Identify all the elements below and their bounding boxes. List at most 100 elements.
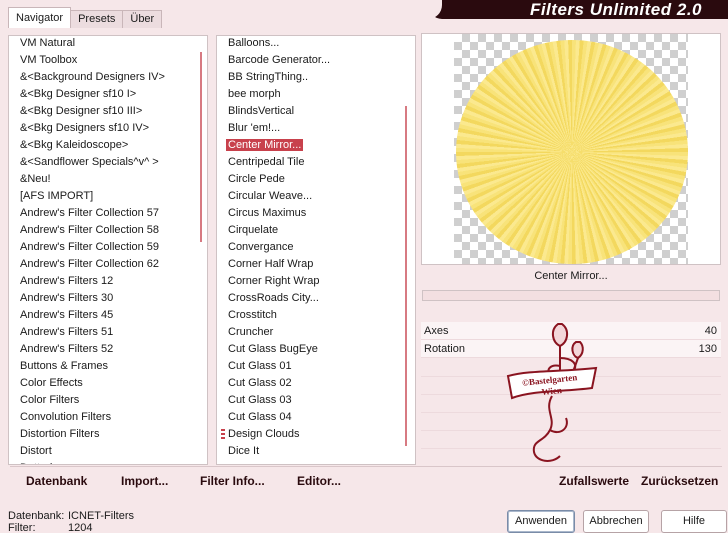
filter-list-item[interactable]: Barcode Generator... <box>228 52 408 69</box>
help-button[interactable]: Hilfe <box>661 510 727 533</box>
preview-panel <box>421 33 721 265</box>
category-list-item-label: Color Filters <box>20 394 80 406</box>
category-list-item[interactable]: &<Bkg Kaleidoscope> <box>20 137 195 154</box>
category-list-item-label: Andrew's Filter Collection 59 <box>20 241 160 253</box>
filter-list-item-label: Blur 'em!... <box>228 122 281 134</box>
category-list-item[interactable]: [AFS IMPORT] <box>20 188 195 205</box>
tab-presets[interactable]: Presets <box>70 10 124 28</box>
category-list-item[interactable]: Andrew's Filters 12 <box>20 273 195 290</box>
filter-list-item[interactable]: Centripedal Tile <box>228 154 408 171</box>
filter-list-item-label: bee morph <box>228 88 281 100</box>
filter-list-item[interactable]: Circular Weave... <box>228 188 408 205</box>
filter-list-item[interactable]: BlindsVertical <box>228 103 408 120</box>
editor-button[interactable]: Editor... <box>297 474 341 488</box>
category-list-item-label: Andrew's Filters 12 <box>20 275 114 287</box>
category-list-item-label: Convolution Filters <box>20 411 112 423</box>
category-list-item-label: VM Toolbox <box>20 54 78 66</box>
filter-list-item[interactable]: Corner Half Wrap <box>228 256 408 273</box>
filter-list-item[interactable]: Corner Right Wrap <box>228 273 408 290</box>
filter-list-item[interactable]: Balloons... <box>228 36 408 52</box>
category-list-item[interactable]: &<Background Designers IV> <box>20 69 195 86</box>
param-name: Axes <box>424 325 449 337</box>
category-scrollbar[interactable] <box>200 52 202 242</box>
filter-list-item[interactable]: Center Mirror... <box>226 137 408 154</box>
filter-list-item[interactable]: bee morph <box>228 86 408 103</box>
filter-list-item[interactable]: Circle Pede <box>228 171 408 188</box>
filter-list-item[interactable]: Cut Glass 03 <box>228 392 408 409</box>
category-list-item[interactable]: Color Effects <box>20 375 195 392</box>
datenbank-button[interactable]: Datenbank <box>26 474 87 488</box>
category-list-item-label: &<Bkg Kaleidoscope> <box>20 139 129 151</box>
filter-list-item[interactable]: Cut Glass 04 <box>228 409 408 426</box>
filter-list-item-label: CrossRoads City... <box>228 292 319 304</box>
category-list-item-label: Andrew's Filter Collection 57 <box>20 207 160 219</box>
category-list-item[interactable]: Dotted... <box>20 460 195 464</box>
filter-list-item-label: Circus Maximus <box>228 207 307 219</box>
category-list-item[interactable]: &Neu! <box>20 171 195 188</box>
param-name: Rotation <box>424 343 465 355</box>
category-list-item[interactable]: &<Sandflower Specials^v^ > <box>20 154 195 171</box>
category-list-item[interactable]: Andrew's Filter Collection 59 <box>20 239 195 256</box>
filter-info-button[interactable]: Filter Info... <box>200 474 265 488</box>
filter-list-item-label: Cut Glass 02 <box>228 377 292 389</box>
category-list-item-label: Andrew's Filters 52 <box>20 343 114 355</box>
filter-list-item[interactable]: CrossRoads City... <box>228 290 408 307</box>
favorite-marker <box>221 429 225 440</box>
filter-list-item[interactable]: Blur 'em!... <box>228 120 408 137</box>
filter-list-item[interactable]: Cut Glass 02 <box>228 375 408 392</box>
filter-list-item[interactable]: Cut Glass 01 <box>228 358 408 375</box>
category-list-panel[interactable]: VM Natural VM Toolbox &<Background Designe… <box>8 35 208 465</box>
filter-list-item[interactable]: Cut Glass BugEye <box>228 341 408 358</box>
category-list-item-label: &Neu! <box>20 173 51 185</box>
category-list-item[interactable]: Andrew's Filter Collection 62 <box>20 256 195 273</box>
reset-button[interactable]: Zurücksetzen <box>641 474 718 488</box>
category-list-item[interactable]: Distort <box>20 443 195 460</box>
category-list-item-label: VM Natural <box>20 37 76 49</box>
category-list-item[interactable]: Andrew's Filters 51 <box>20 324 195 341</box>
filter-list-panel[interactable]: Balloons... Barcode Generator... BB String… <box>216 35 416 465</box>
filter-list-item[interactable]: Cirquelate <box>228 222 408 239</box>
filter-list-item[interactable]: Crosstitch <box>228 307 408 324</box>
category-list-item-label: Dotted... <box>20 462 62 464</box>
filter-list-item[interactable]: Convergance <box>228 239 408 256</box>
import-button[interactable]: Import... <box>121 474 168 488</box>
category-list-item[interactable]: Distortion Filters <box>20 426 195 443</box>
category-list-item[interactable]: VM Natural <box>20 36 195 52</box>
category-list-item[interactable]: Andrew's Filter Collection 58 <box>20 222 195 239</box>
tab-navigator[interactable]: Navigator <box>8 7 72 28</box>
category-list-item-label: &<Bkg Designer sf10 I> <box>20 88 137 100</box>
category-list-item[interactable]: Andrew's Filters 52 <box>20 341 195 358</box>
category-list-item[interactable]: Buttons & Frames <box>20 358 195 375</box>
category-list-item[interactable]: &<Bkg Designers sf10 IV> <box>20 120 195 137</box>
filter-list-item-label: Center Mirror... <box>226 139 304 151</box>
filter-list-item-label: Cut Glass 01 <box>228 360 292 372</box>
filter-list-item-label: Cirquelate <box>228 224 279 236</box>
filter-list-item[interactable]: Design Clouds <box>228 426 408 443</box>
category-list-item-label: Andrew's Filters 51 <box>20 326 114 338</box>
status-database: Datenbank: ICNET-Filters <box>8 510 134 522</box>
category-list-item[interactable]: Color Filters <box>20 392 195 409</box>
apply-button[interactable]: Anwenden <box>507 510 575 533</box>
cancel-button[interactable]: Abbrechen <box>583 510 649 533</box>
preview-progress-bar <box>422 290 720 301</box>
filter-list-item[interactable]: Dice It <box>228 443 408 460</box>
filter-list-item-label: Circular Weave... <box>228 190 313 202</box>
filter-list-item[interactable]: Circus Maximus <box>228 205 408 222</box>
preview-filter-name: Center Mirror... <box>534 270 608 282</box>
filter-list-item-label: BB StringThing.. <box>228 71 309 83</box>
category-list-item[interactable]: Andrew's Filters 45 <box>20 307 195 324</box>
tab-about[interactable]: Über <box>122 10 163 28</box>
filter-list-item[interactable]: Cruncher <box>228 324 408 341</box>
filter-list-item[interactable]: BB StringThing.. <box>228 69 408 86</box>
category-list-item-label: Andrew's Filters 30 <box>20 292 114 304</box>
category-list-item[interactable]: &<Bkg Designer sf10 I> <box>20 86 195 103</box>
category-list-item[interactable]: Convolution Filters <box>20 409 195 426</box>
category-list-item-label: Buttons & Frames <box>20 360 109 372</box>
category-list-item[interactable]: &<Bkg Designer sf10 III> <box>20 103 195 120</box>
category-list-item-label: Andrew's Filter Collection 58 <box>20 224 160 236</box>
category-list-item[interactable]: VM Toolbox <box>20 52 195 69</box>
category-list-item[interactable]: Andrew's Filters 30 <box>20 290 195 307</box>
random-values-button[interactable]: Zufallswerte <box>559 474 629 488</box>
filter-scrollbar[interactable] <box>405 106 407 446</box>
category-list-item[interactable]: Andrew's Filter Collection 57 <box>20 205 195 222</box>
